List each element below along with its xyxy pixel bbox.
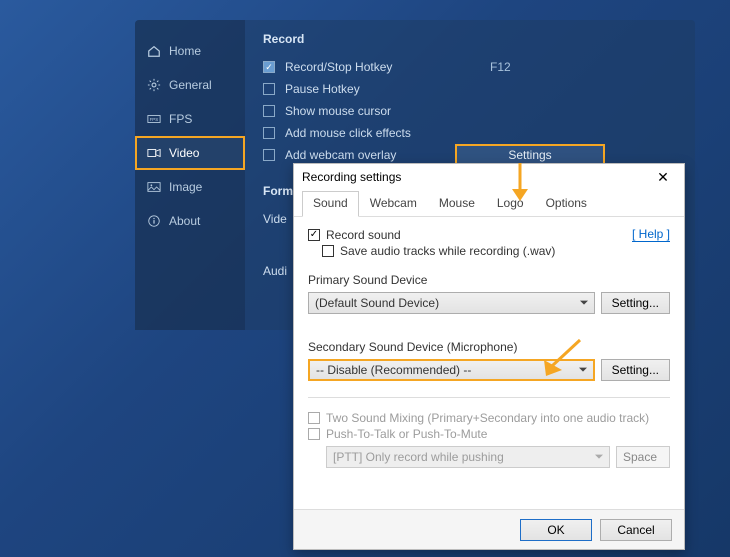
- secondary-device-value: -- Disable (Recommended) --: [316, 363, 471, 377]
- video-icon: [147, 146, 161, 160]
- ptt-config-row: [PTT] Only record while pushing Space: [326, 446, 670, 468]
- cancel-button[interactable]: Cancel: [600, 519, 672, 541]
- sidebar-item-about[interactable]: About: [135, 204, 245, 238]
- ptt-mode-value: [PTT] Only record while pushing: [333, 450, 504, 464]
- ptt-key-field: Space: [616, 446, 670, 468]
- dialog-footer: OK Cancel: [294, 509, 684, 549]
- tab-webcam[interactable]: Webcam: [359, 191, 428, 217]
- info-icon: [147, 214, 161, 228]
- record-stop-label: Record/Stop Hotkey: [285, 60, 480, 74]
- primary-device-label: Primary Sound Device: [308, 273, 670, 287]
- record-section-title: Record: [263, 32, 677, 46]
- ptt-key-value: Space: [623, 450, 657, 464]
- ptt-checkbox: [308, 428, 320, 440]
- svg-text:FPS: FPS: [150, 117, 159, 122]
- sidebar-item-label: General: [169, 78, 212, 92]
- sidebar-item-label: About: [169, 214, 200, 228]
- primary-device-row: (Default Sound Device) Setting...: [308, 292, 670, 314]
- sidebar-item-image[interactable]: Image: [135, 170, 245, 204]
- settings-sidebar: Home General FPS FPS Video Image About: [135, 20, 245, 330]
- ptt-label: Push-To-Talk or Push-To-Mute: [326, 427, 487, 441]
- record-sound-checkbox[interactable]: [308, 229, 320, 241]
- mouse-fx-row: Add mouse click effects: [263, 122, 677, 144]
- sidebar-item-video[interactable]: Video: [135, 136, 245, 170]
- fps-icon: FPS: [147, 112, 161, 126]
- two-mix-row: Two Sound Mixing (Primary+Secondary into…: [308, 410, 670, 426]
- sidebar-item-label: Video: [169, 146, 199, 160]
- close-icon: ✕: [657, 169, 669, 186]
- pause-label: Pause Hotkey: [285, 82, 480, 96]
- two-mix-checkbox: [308, 412, 320, 424]
- webcam-label: Add webcam overlay: [285, 148, 445, 162]
- dialog-tabs: Sound Webcam Mouse Logo Options: [294, 190, 684, 217]
- tab-options[interactable]: Options: [535, 191, 598, 217]
- home-icon: [147, 44, 161, 58]
- record-stop-hotkey-row: Record/Stop Hotkey F12: [263, 56, 677, 78]
- sidebar-item-fps[interactable]: FPS FPS: [135, 102, 245, 136]
- record-sound-row: Record sound: [308, 227, 632, 243]
- save-tracks-row: Save audio tracks while recording (.wav): [322, 243, 670, 259]
- mouse-cursor-label: Show mouse cursor: [285, 104, 480, 118]
- pause-hotkey-row: Pause Hotkey: [263, 78, 677, 100]
- mouse-cursor-row: Show mouse cursor: [263, 100, 677, 122]
- sidebar-item-label: FPS: [169, 112, 192, 126]
- sidebar-item-label: Home: [169, 44, 201, 58]
- secondary-device-row: -- Disable (Recommended) -- Setting...: [308, 359, 670, 381]
- secondary-device-combo[interactable]: -- Disable (Recommended) --: [308, 359, 595, 381]
- tab-mouse[interactable]: Mouse: [428, 191, 486, 217]
- ptt-row: Push-To-Talk or Push-To-Mute: [308, 426, 670, 442]
- secondary-setting-button[interactable]: Setting...: [601, 359, 670, 381]
- primary-device-value: (Default Sound Device): [315, 296, 439, 310]
- dialog-titlebar: Recording settings ✕: [294, 164, 684, 190]
- sidebar-item-home[interactable]: Home: [135, 34, 245, 68]
- sidebar-item-general[interactable]: General: [135, 68, 245, 102]
- record-stop-checkbox[interactable]: [263, 61, 275, 73]
- two-mix-label: Two Sound Mixing (Primary+Secondary into…: [326, 411, 649, 425]
- secondary-device-label: Secondary Sound Device (Microphone): [308, 340, 670, 354]
- tab-sound[interactable]: Sound: [302, 191, 359, 217]
- image-icon: [147, 180, 161, 194]
- primary-setting-button[interactable]: Setting...: [601, 292, 670, 314]
- primary-device-combo[interactable]: (Default Sound Device): [308, 292, 595, 314]
- recording-settings-dialog: Recording settings ✕ Sound Webcam Mouse …: [293, 163, 685, 550]
- save-tracks-label: Save audio tracks while recording (.wav): [340, 244, 555, 258]
- mouse-cursor-checkbox[interactable]: [263, 105, 275, 117]
- close-button[interactable]: ✕: [650, 166, 676, 188]
- dialog-body: [ Help ] Record sound Save audio tracks …: [294, 217, 684, 509]
- sidebar-item-label: Image: [169, 180, 202, 194]
- webcam-checkbox[interactable]: [263, 149, 275, 161]
- help-link[interactable]: [ Help ]: [632, 227, 670, 242]
- gear-icon: [147, 78, 161, 92]
- save-tracks-checkbox[interactable]: [322, 245, 334, 257]
- record-sound-label: Record sound: [326, 228, 401, 242]
- mouse-fx-checkbox[interactable]: [263, 127, 275, 139]
- ptt-mode-combo: [PTT] Only record while pushing: [326, 446, 610, 468]
- dialog-title: Recording settings: [302, 170, 401, 184]
- tab-logo[interactable]: Logo: [486, 191, 535, 217]
- separator: [308, 397, 670, 398]
- mouse-fx-label: Add mouse click effects: [285, 126, 480, 140]
- ok-button[interactable]: OK: [520, 519, 592, 541]
- pause-checkbox[interactable]: [263, 83, 275, 95]
- record-stop-value: F12: [490, 60, 590, 74]
